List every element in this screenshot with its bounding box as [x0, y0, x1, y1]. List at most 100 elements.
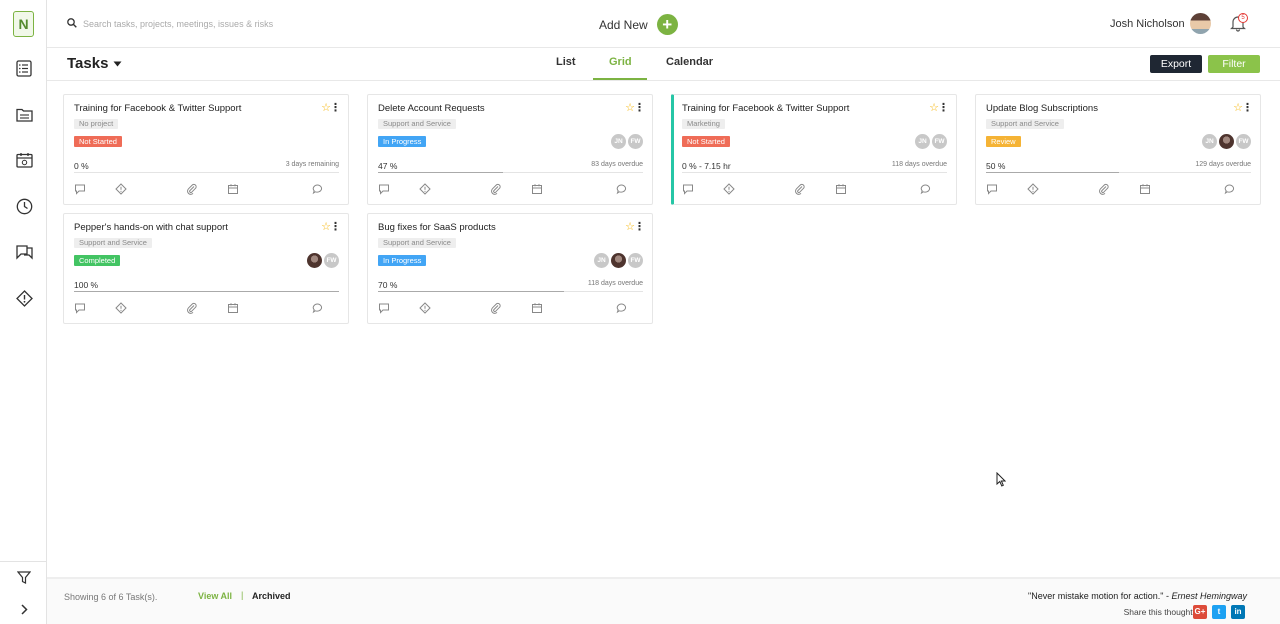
calendar-icon[interactable] [227, 301, 239, 313]
task-card[interactable]: Update Blog Subscriptions ☆ ⋮ Support and S… [975, 94, 1261, 205]
calendar-icon[interactable] [1139, 182, 1151, 194]
user-name[interactable]: Josh Nicholson [1110, 18, 1185, 30]
timesheet-icon[interactable] [14, 196, 34, 216]
status-badge[interactable]: Not Started [74, 136, 122, 147]
comment-icon[interactable] [312, 182, 324, 195]
attachment-icon[interactable] [186, 301, 198, 314]
assignee-initials[interactable]: FW [932, 134, 947, 149]
calendar-icon[interactable] [227, 182, 239, 194]
progress-fill [378, 291, 564, 292]
tasks-icon[interactable] [14, 58, 34, 78]
comment-icon[interactable] [312, 301, 324, 314]
more-options-icon[interactable]: ⋮ [1242, 101, 1253, 114]
mouse-cursor-icon [996, 472, 1006, 487]
archived-link[interactable]: Archived [252, 591, 291, 601]
assignee-initials[interactable]: JN [915, 134, 930, 149]
assignee-avatar[interactable] [307, 253, 322, 268]
more-options-icon[interactable]: ⋮ [330, 220, 341, 233]
risk-icon[interactable] [419, 301, 431, 314]
assignee-initials[interactable]: FW [628, 134, 643, 149]
logo-letter: N [18, 16, 29, 32]
add-new-button[interactable]: Add New + [599, 14, 678, 35]
status-badge[interactable]: Completed [74, 255, 121, 266]
risks-icon[interactable] [14, 288, 34, 308]
status-badge[interactable]: In Progress [378, 136, 427, 147]
filter-button[interactable]: Filter [1208, 55, 1260, 73]
card-actions [74, 301, 339, 314]
task-title[interactable]: Bug fixes for SaaS products [378, 222, 496, 233]
footer: Showing 6 of 6 Task(s). View All | Archi… [47, 577, 1280, 624]
calendar-icon[interactable] [531, 301, 543, 313]
progress-fill [378, 172, 503, 173]
twitter-icon[interactable]: t [1212, 605, 1226, 619]
task-title[interactable]: Training for Facebook & Twitter Support [682, 103, 849, 114]
progress-bar [74, 172, 339, 173]
calendar-icon[interactable] [531, 182, 543, 194]
more-options-icon[interactable]: ⋮ [634, 220, 645, 233]
subtask-icon[interactable] [74, 182, 86, 195]
linkedin-icon[interactable]: in [1231, 605, 1245, 619]
task-card[interactable]: Delete Account Requests ☆ ⋮ Support and Ser… [367, 94, 653, 205]
subtask-icon[interactable] [74, 301, 86, 314]
progress-bar [682, 172, 947, 173]
assignee-initials[interactable]: JN [594, 253, 609, 268]
page-title-dropdown[interactable]: Tasks [67, 55, 122, 72]
comment-icon[interactable] [1224, 182, 1236, 195]
assignee-initials[interactable]: FW [1236, 134, 1251, 149]
task-title[interactable]: Pepper's hands-on with chat support [74, 222, 228, 233]
comment-icon[interactable] [920, 182, 932, 195]
risk-icon[interactable] [1027, 182, 1039, 195]
task-card[interactable]: Bug fixes for SaaS products ☆ ⋮ Support and… [367, 213, 653, 324]
risk-icon[interactable] [419, 182, 431, 195]
attachment-icon[interactable] [1098, 182, 1110, 195]
attachment-icon[interactable] [794, 182, 806, 195]
attachment-icon[interactable] [186, 182, 198, 195]
assignee-avatar[interactable] [1219, 134, 1234, 149]
task-card[interactable]: Training for Facebook & Twitter Support ☆… [63, 94, 349, 205]
expand-sidebar-icon[interactable] [14, 599, 34, 619]
task-title[interactable]: Training for Facebook & Twitter Support [74, 103, 241, 114]
assignee-avatar[interactable] [611, 253, 626, 268]
comment-icon[interactable] [616, 182, 628, 195]
search-input[interactable] [83, 15, 343, 33]
view-all-link[interactable]: View All [198, 591, 232, 601]
google-plus-icon[interactable]: G+ [1193, 605, 1207, 619]
subtask-icon[interactable] [986, 182, 998, 195]
tab-calendar[interactable]: Calendar [666, 56, 713, 68]
attachment-icon[interactable] [490, 301, 502, 314]
status-badge[interactable]: In Progress [378, 255, 427, 266]
assignee-initials[interactable]: JN [611, 134, 626, 149]
risk-icon[interactable] [115, 301, 127, 314]
risk-icon[interactable] [723, 182, 735, 195]
assignee-initials[interactable]: JN [1202, 134, 1217, 149]
more-options-icon[interactable]: ⋮ [634, 101, 645, 114]
app-logo[interactable]: N [13, 11, 34, 37]
subtask-icon[interactable] [378, 301, 390, 314]
user-avatar[interactable] [1190, 13, 1211, 34]
projects-icon[interactable] [14, 104, 34, 124]
more-options-icon[interactable]: ⋮ [938, 101, 949, 114]
filter-funnel-icon[interactable] [14, 567, 34, 587]
attachment-icon[interactable] [490, 182, 502, 195]
tab-grid[interactable]: Grid [609, 56, 632, 68]
task-title[interactable]: Update Blog Subscriptions [986, 103, 1098, 114]
progress-text: 70 % [378, 280, 398, 290]
assignee-initials[interactable]: FW [628, 253, 643, 268]
status-badge[interactable]: Review [986, 136, 1021, 147]
calendar-icon[interactable] [835, 182, 847, 194]
tab-list[interactable]: List [556, 56, 576, 68]
subtask-icon[interactable] [378, 182, 390, 195]
status-badge[interactable]: Not Started [682, 136, 730, 147]
issues-icon[interactable] [14, 242, 34, 262]
task-title[interactable]: Delete Account Requests [378, 103, 485, 114]
export-button[interactable]: Export [1150, 55, 1202, 73]
subtask-icon[interactable] [682, 182, 694, 195]
assignee-initials[interactable]: FW [324, 253, 339, 268]
comment-icon[interactable] [616, 301, 628, 314]
plus-icon: + [656, 14, 678, 35]
task-card[interactable]: Pepper's hands-on with chat support ☆ ⋮ Sup… [63, 213, 349, 324]
meetings-icon[interactable] [14, 150, 34, 170]
task-card[interactable]: Training for Facebook & Twitter Support ☆… [671, 94, 957, 205]
more-options-icon[interactable]: ⋮ [330, 101, 341, 114]
risk-icon[interactable] [115, 182, 127, 195]
